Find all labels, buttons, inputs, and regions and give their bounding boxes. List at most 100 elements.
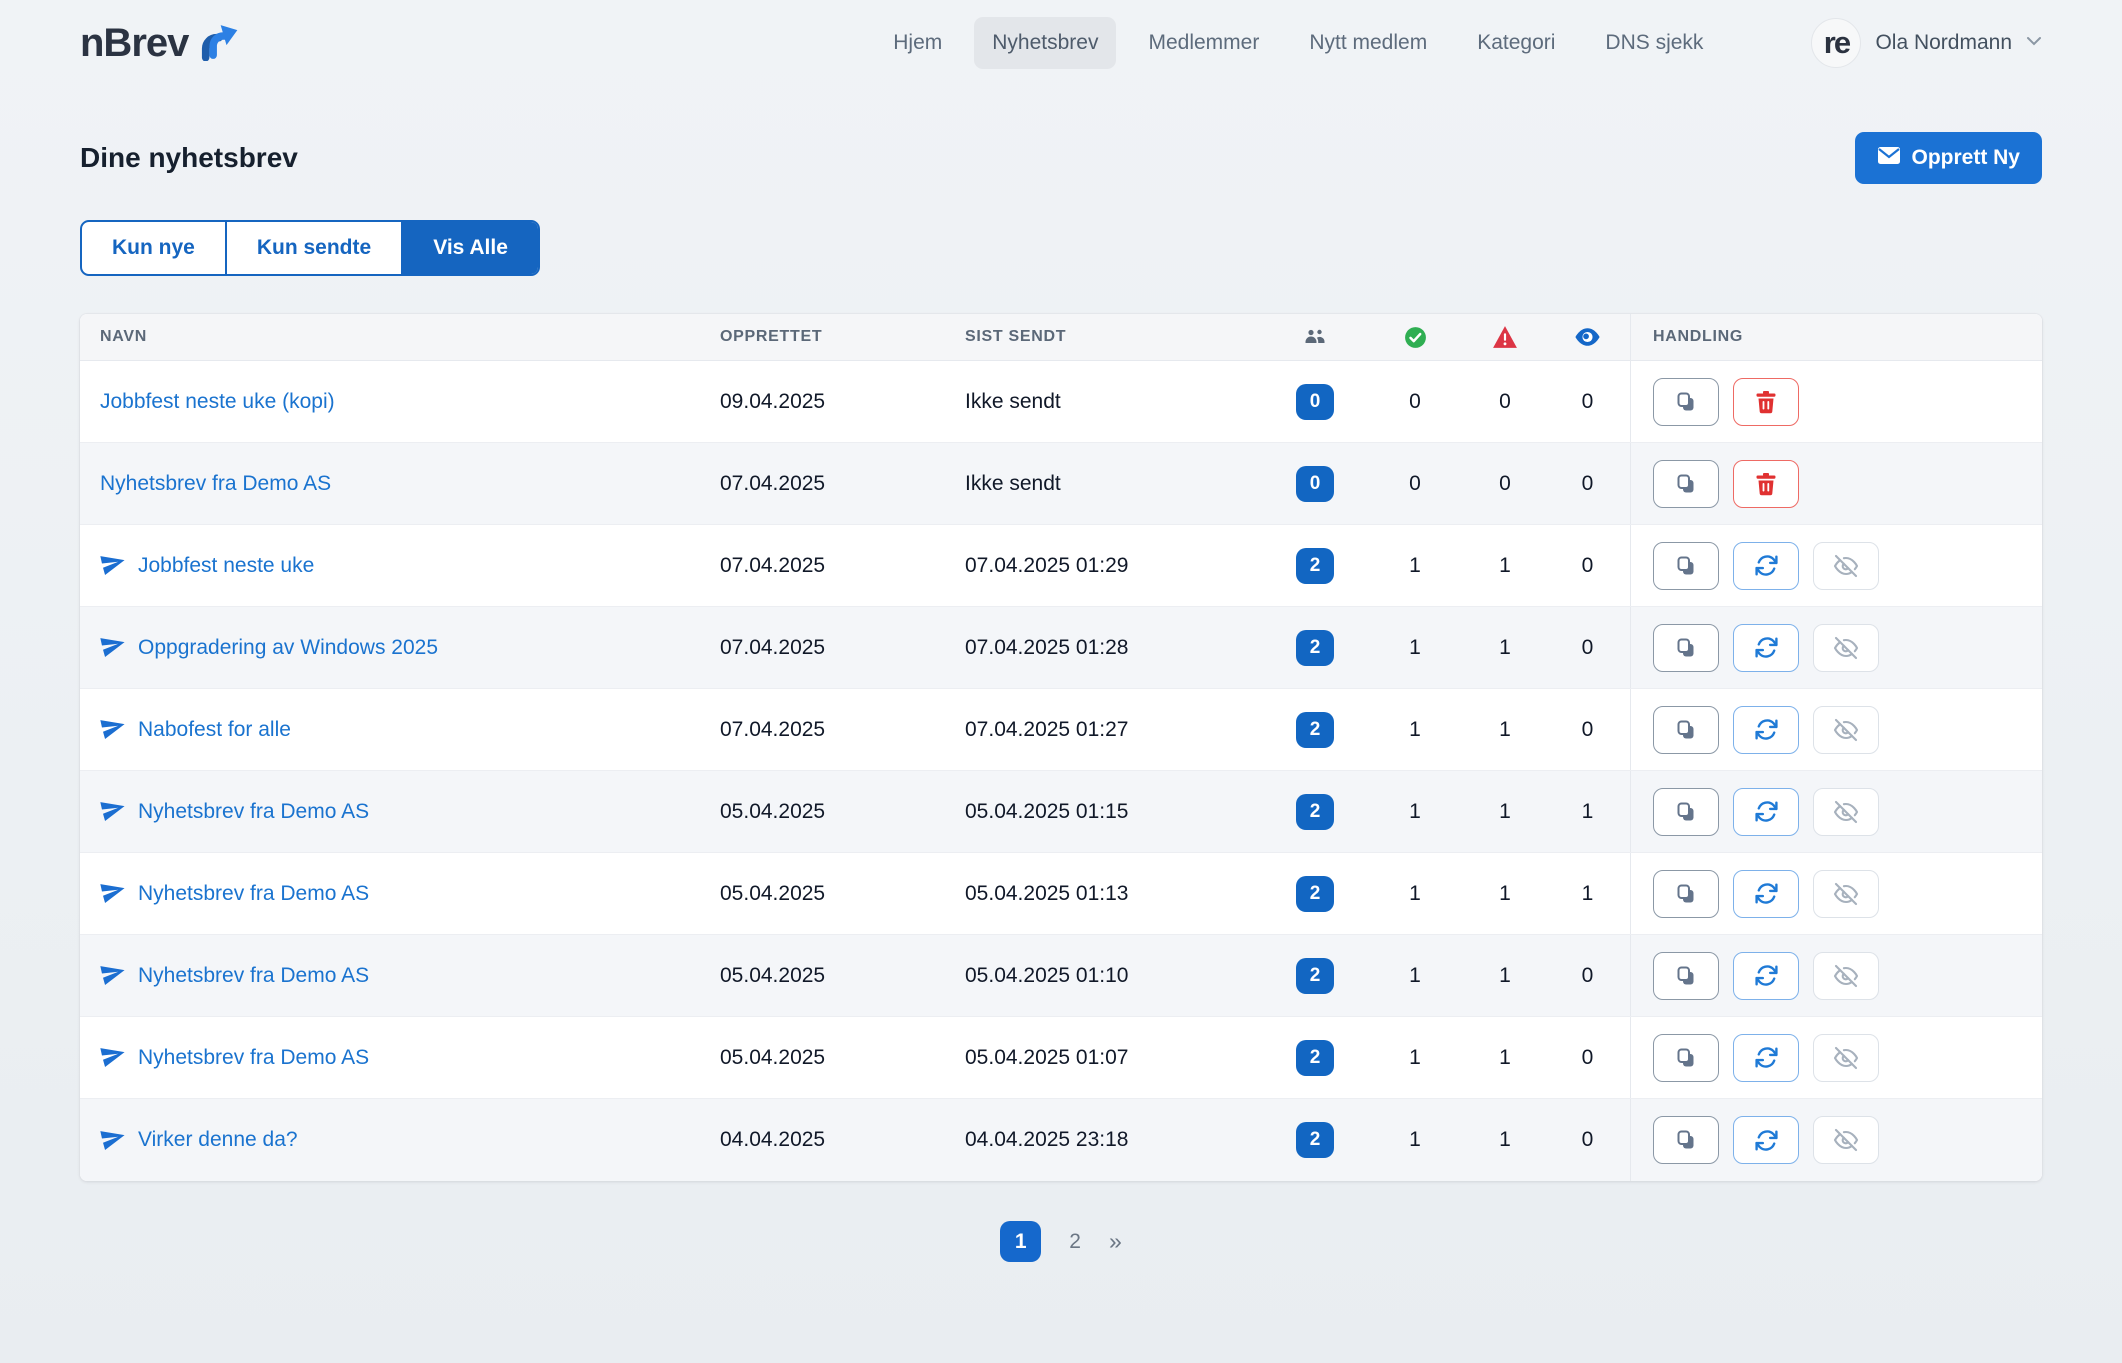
nav-item-nytt-medlem[interactable]: Nytt medlem bbox=[1291, 17, 1445, 69]
recipients-cell: 2 bbox=[1265, 712, 1365, 748]
delivered-count: 1 bbox=[1365, 718, 1465, 742]
recipients-badge: 2 bbox=[1296, 1122, 1334, 1158]
copy-icon bbox=[1674, 636, 1698, 660]
newsletter-link[interactable]: Oppgradering av Windows 2025 bbox=[138, 636, 438, 660]
copy-icon bbox=[1674, 718, 1698, 742]
delivered-count: 1 bbox=[1365, 1128, 1465, 1152]
next-page-button[interactable]: » bbox=[1109, 1228, 1122, 1255]
last-sent-cell: Ikke sendt bbox=[965, 390, 1265, 414]
sent-paper-plane-icon bbox=[100, 632, 126, 663]
created-cell: 07.04.2025 bbox=[720, 636, 965, 660]
filter-kun-nye[interactable]: Kun nye bbox=[82, 222, 227, 274]
delete-button[interactable] bbox=[1733, 378, 1799, 426]
delivered-count: 1 bbox=[1365, 964, 1465, 988]
delete-button[interactable] bbox=[1733, 460, 1799, 508]
recipients-badge: 2 bbox=[1296, 630, 1334, 666]
newsletter-link[interactable]: Nabofest for alle bbox=[138, 718, 291, 742]
page-2-button[interactable]: 2 bbox=[1069, 1230, 1081, 1254]
newsletter-link[interactable]: Jobbfest neste uke (kopi) bbox=[100, 390, 335, 414]
hide-button[interactable] bbox=[1813, 542, 1879, 590]
newsletter-link[interactable]: Nyhetsbrev fra Demo AS bbox=[100, 472, 331, 496]
resend-button[interactable] bbox=[1733, 952, 1799, 1000]
nav-item-nyhetsbrev[interactable]: Nyhetsbrev bbox=[974, 17, 1116, 69]
newsletter-name-cell: Nyhetsbrev fra Demo AS bbox=[100, 1042, 720, 1073]
delivered-count: 1 bbox=[1365, 800, 1465, 824]
resend-button[interactable] bbox=[1733, 870, 1799, 918]
hide-icon bbox=[1833, 636, 1859, 660]
recipients-cell: 2 bbox=[1265, 958, 1365, 994]
created-cell: 05.04.2025 bbox=[720, 964, 965, 988]
nav-item-kategori[interactable]: Kategori bbox=[1459, 17, 1573, 69]
table-header-row: NAVN OPPRETTET SIST SENDT bbox=[80, 314, 2042, 361]
newsletter-link[interactable]: Virker denne da? bbox=[138, 1128, 298, 1152]
nav-item-hjem[interactable]: Hjem bbox=[875, 17, 960, 69]
delivered-count: 0 bbox=[1365, 472, 1465, 496]
trash-icon bbox=[1755, 390, 1777, 414]
resend-button[interactable] bbox=[1733, 1034, 1799, 1082]
newsletter-link[interactable]: Nyhetsbrev fra Demo AS bbox=[138, 882, 369, 906]
actions-cell bbox=[1630, 361, 2042, 442]
copy-button[interactable] bbox=[1653, 378, 1719, 426]
hide-button[interactable] bbox=[1813, 870, 1879, 918]
recipients-cell: 0 bbox=[1265, 466, 1365, 502]
resend-button[interactable] bbox=[1733, 706, 1799, 754]
copy-icon bbox=[1674, 1128, 1698, 1152]
hide-button[interactable] bbox=[1813, 624, 1879, 672]
top-navigation-bar: nBrev Hjem Nyhetsbrev Medlemmer Nytt medlem… bbox=[0, 0, 2122, 86]
hide-icon bbox=[1833, 718, 1859, 742]
page-1-button[interactable]: 1 bbox=[1000, 1221, 1041, 1262]
created-cell: 07.04.2025 bbox=[720, 554, 965, 578]
resend-button[interactable] bbox=[1733, 1116, 1799, 1164]
hide-button[interactable] bbox=[1813, 706, 1879, 754]
newsletter-link[interactable]: Nyhetsbrev fra Demo AS bbox=[138, 964, 369, 988]
copy-button[interactable] bbox=[1653, 460, 1719, 508]
copy-button[interactable] bbox=[1653, 870, 1719, 918]
brand-name: nBrev bbox=[80, 21, 188, 66]
hide-button[interactable] bbox=[1813, 788, 1879, 836]
opened-count: 1 bbox=[1545, 800, 1630, 824]
newsletter-name-cell: Jobbfest neste uke bbox=[100, 550, 720, 581]
actions-cell bbox=[1630, 853, 2042, 934]
resend-button[interactable] bbox=[1733, 542, 1799, 590]
resend-icon bbox=[1754, 1128, 1779, 1153]
hide-button[interactable] bbox=[1813, 1034, 1879, 1082]
newsletter-name-cell: Virker denne da? bbox=[100, 1125, 720, 1156]
create-newsletter-button[interactable]: Opprett Ny bbox=[1855, 132, 2042, 184]
recipients-cell: 2 bbox=[1265, 1040, 1365, 1076]
users-icon bbox=[1265, 325, 1365, 349]
resend-button[interactable] bbox=[1733, 788, 1799, 836]
table-body: Jobbfest neste uke (kopi)09.04.2025Ikke … bbox=[80, 361, 2042, 1181]
copy-button[interactable] bbox=[1653, 706, 1719, 754]
last-sent-cell: 07.04.2025 01:28 bbox=[965, 636, 1265, 660]
hide-button[interactable] bbox=[1813, 1116, 1879, 1164]
newsletter-link[interactable]: Nyhetsbrev fra Demo AS bbox=[138, 800, 369, 824]
created-cell: 05.04.2025 bbox=[720, 1046, 965, 1070]
hide-icon bbox=[1833, 882, 1859, 906]
opened-count: 0 bbox=[1545, 1128, 1630, 1152]
hide-button[interactable] bbox=[1813, 952, 1879, 1000]
copy-button[interactable] bbox=[1653, 952, 1719, 1000]
created-cell: 07.04.2025 bbox=[720, 472, 965, 496]
column-header-opprettet: OPPRETTET bbox=[720, 328, 965, 346]
brand-logo[interactable]: nBrev bbox=[80, 21, 240, 66]
copy-button[interactable] bbox=[1653, 788, 1719, 836]
filter-vis-alle[interactable]: Vis Alle bbox=[403, 222, 538, 274]
nav-item-dns-sjekk[interactable]: DNS sjekk bbox=[1587, 17, 1721, 69]
copy-button[interactable] bbox=[1653, 1116, 1719, 1164]
nav-item-medlemmer[interactable]: Medlemmer bbox=[1130, 17, 1277, 69]
user-menu[interactable]: re Ola Nordmann bbox=[1811, 18, 2042, 68]
create-newsletter-label: Opprett Ny bbox=[1911, 146, 2020, 170]
sent-paper-plane-icon bbox=[100, 550, 126, 581]
resend-button[interactable] bbox=[1733, 624, 1799, 672]
sent-paper-plane-icon bbox=[100, 1125, 126, 1156]
copy-icon bbox=[1674, 882, 1698, 906]
newsletter-name-cell: Nabofest for alle bbox=[100, 714, 720, 745]
newsletter-link[interactable]: Nyhetsbrev fra Demo AS bbox=[138, 1046, 369, 1070]
copy-button[interactable] bbox=[1653, 624, 1719, 672]
copy-button[interactable] bbox=[1653, 542, 1719, 590]
actions-cell bbox=[1630, 689, 2042, 770]
filter-kun-sendte[interactable]: Kun sendte bbox=[227, 222, 403, 274]
delivered-count: 1 bbox=[1365, 554, 1465, 578]
copy-button[interactable] bbox=[1653, 1034, 1719, 1082]
newsletter-link[interactable]: Jobbfest neste uke bbox=[138, 554, 314, 578]
